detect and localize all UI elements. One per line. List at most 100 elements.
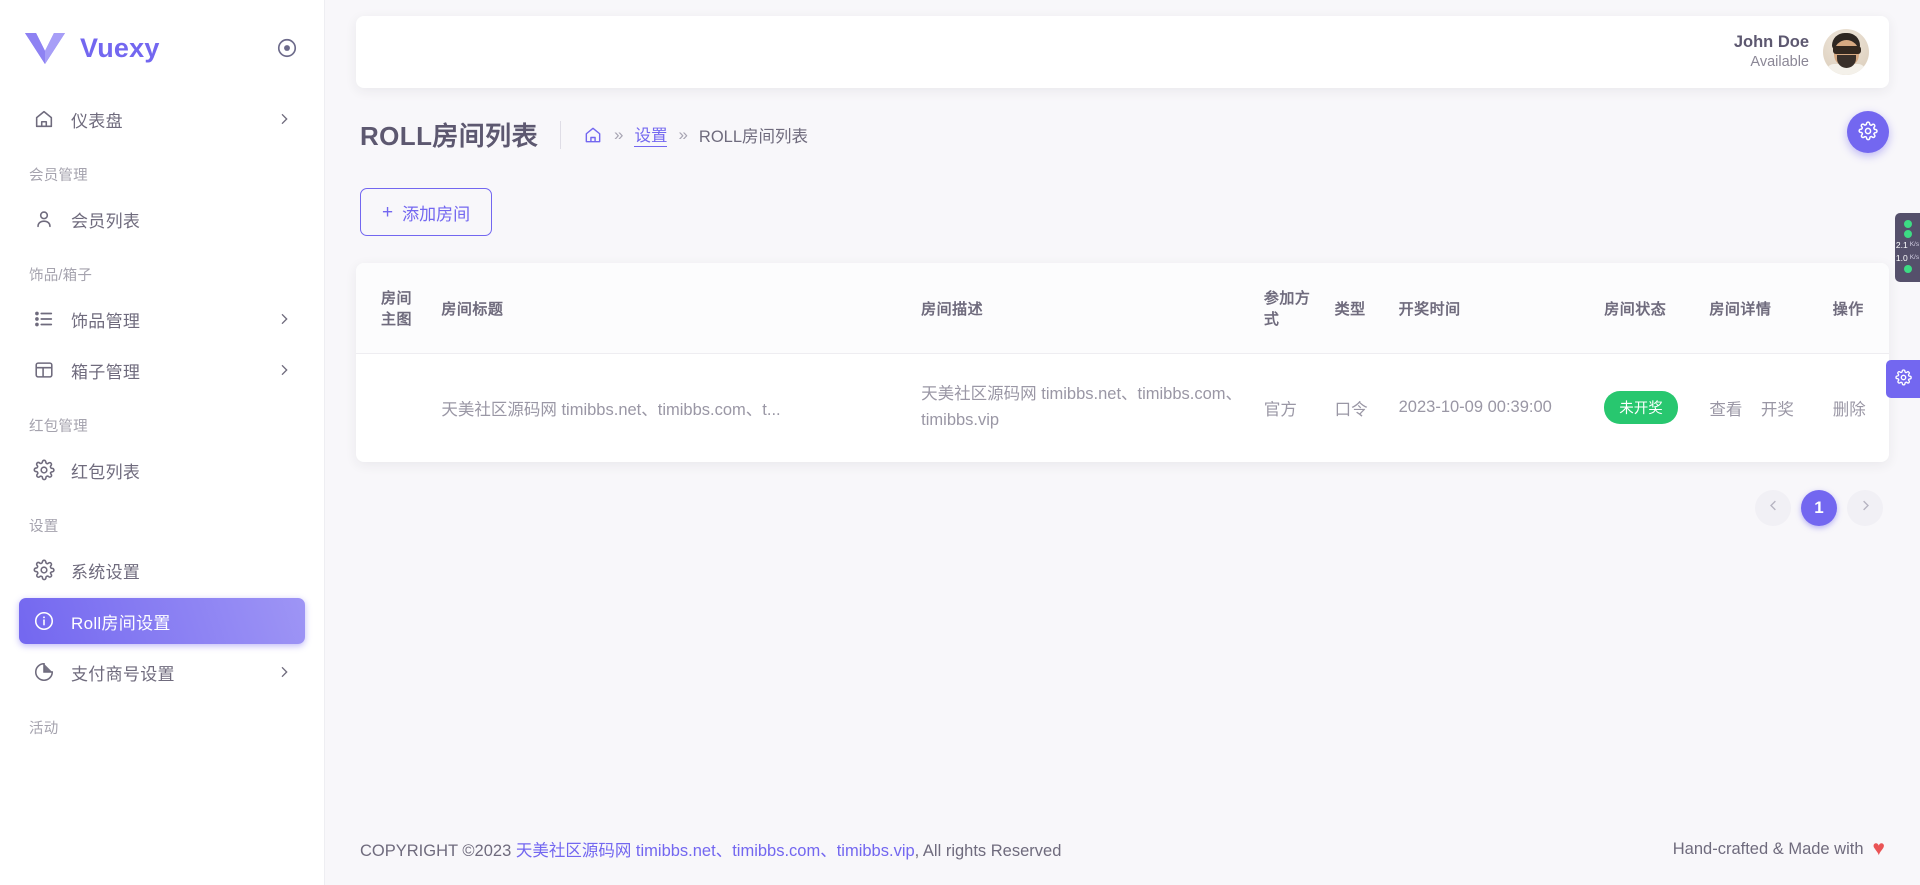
gear-icon xyxy=(1894,369,1912,389)
add-room-button[interactable]: + 添加房间 xyxy=(360,188,493,236)
chevron-right-icon xyxy=(276,111,292,127)
download-unit: K/s xyxy=(1909,241,1920,249)
main-content: John Doe Available ROLL房间列表 » 设置 » ROLL房… xyxy=(325,0,1920,885)
status-dot-green-3 xyxy=(1903,265,1912,274)
footer-suffix: , All rights Reserved xyxy=(914,842,1062,860)
col-header-image: 房间主图 xyxy=(356,263,432,354)
cell-join-method: 官方 xyxy=(1263,400,1297,419)
network-speed-widget[interactable]: 2.1 K/s 1.0 K/s xyxy=(1895,213,1920,283)
draw-link[interactable]: 开奖 xyxy=(1761,401,1794,419)
cell-room-state: 未开奖 xyxy=(1594,354,1699,462)
sidebar-item-redpacket-list[interactable]: 红包列表 xyxy=(19,447,305,493)
delete-link[interactable]: 删除 xyxy=(1833,401,1866,419)
chevron-right-icon xyxy=(276,311,292,327)
chevron-right-icon xyxy=(1858,498,1873,518)
cell-draw-time: 2023-10-09 00:39:00 xyxy=(1398,398,1552,417)
footer-link[interactable]: 天美社区源码网 timibbs.net、timibbs.com、timibbs.… xyxy=(516,842,915,860)
col-header-join: 参加方式 xyxy=(1253,263,1325,354)
cell-action: 删除 xyxy=(1823,354,1889,462)
sidebar-item-label: 饰品管理 xyxy=(71,311,141,331)
sidebar-section-settings: 设置 xyxy=(29,519,59,535)
table-body: 天美社区源码网 timibbs.net、timibbs.com、t... 天美社… xyxy=(356,354,1889,462)
brand-header: Vuexy xyxy=(0,0,324,96)
sidebar-section-redpacket: 红包管理 xyxy=(29,419,88,435)
pagination-prev-button[interactable] xyxy=(1755,490,1791,527)
sidebar-section-activity: 活动 xyxy=(29,721,59,737)
gear-icon xyxy=(32,558,56,582)
list-icon xyxy=(32,307,56,331)
table-head: 房间主图 房间标题 房间描述 参加方式 类型 开奖时间 房间状态 房间详情 操作 xyxy=(356,263,1889,354)
page-header: ROLL房间列表 » 设置 » ROLL房间列表 xyxy=(360,111,1889,153)
table-row[interactable]: 天美社区源码网 timibbs.net、timibbs.com、t... 天美社… xyxy=(356,354,1889,462)
vuexy-logo-icon xyxy=(24,31,66,65)
upload-speed: 1.0 K/s xyxy=(1896,253,1919,264)
sidebar: Vuexy 仪表盘 会员管理 会员列表 饰品/箱子 饰品管理 箱子管理 红包管理… xyxy=(0,0,325,885)
avatar[interactable] xyxy=(1823,29,1869,75)
col-header-title: 房间标题 xyxy=(431,263,912,354)
sidebar-item-member-list[interactable]: 会员列表 xyxy=(19,196,305,242)
circle-dot-pin-icon[interactable] xyxy=(276,37,298,59)
sidebar-item-payment-merchant-settings[interactable]: 支付商号设置 xyxy=(19,649,305,695)
gear-icon xyxy=(1858,120,1878,144)
download-value: 2.1 xyxy=(1895,240,1908,250)
sidebar-nav: 仪表盘 会员管理 会员列表 饰品/箱子 饰品管理 箱子管理 红包管理 红包列表 … xyxy=(0,96,324,749)
sidebar-item-roll-room-settings[interactable]: Roll房间设置 xyxy=(19,598,305,644)
add-room-label: 添加房间 xyxy=(402,204,471,224)
theme-customizer-button[interactable] xyxy=(1886,360,1920,398)
pagination-next-button[interactable] xyxy=(1847,490,1883,527)
user-profile[interactable]: John Doe Available xyxy=(1734,29,1869,75)
sidebar-item-box-manage[interactable]: 箱子管理 xyxy=(19,347,305,393)
sidebar-item-label: 会员列表 xyxy=(71,211,141,231)
home-icon xyxy=(32,107,56,131)
footer-credit-text: Hand-crafted & Made with xyxy=(1672,839,1864,858)
col-header-detail: 房间详情 xyxy=(1699,263,1823,354)
home-icon[interactable] xyxy=(583,125,603,145)
footer: COPYRIGHT ©2023 天美社区源码网 timibbs.net、timi… xyxy=(356,813,1889,885)
layout-icon xyxy=(32,358,56,382)
breadcrumb-current: ROLL房间列表 xyxy=(698,127,809,146)
chevron-right-icon xyxy=(276,362,292,378)
col-header-type: 类型 xyxy=(1324,263,1389,354)
sidebar-item-label: 系统设置 xyxy=(71,562,141,582)
breadcrumb-separator: » xyxy=(678,124,688,144)
sidebar-item-label: 箱子管理 xyxy=(71,362,141,382)
sidebar-item-label: 支付商号设置 xyxy=(71,664,175,684)
pagination-page-1[interactable]: 1 xyxy=(1801,490,1837,527)
col-header-time: 开奖时间 xyxy=(1388,263,1595,354)
status-badge: 未开奖 xyxy=(1604,391,1678,425)
cell-room-desc: 天美社区源码网 timibbs.net、timibbs.com、timibbs.… xyxy=(921,385,1243,429)
breadcrumb-separator: » xyxy=(613,124,624,144)
chevron-left-icon xyxy=(1766,498,1781,518)
rooms-table: 房间主图 房间标题 房间描述 参加方式 类型 开奖时间 房间状态 房间详情 操作… xyxy=(356,263,1889,462)
footer-copyright: COPYRIGHT ©2023 天美社区源码网 timibbs.net、timi… xyxy=(360,837,1061,861)
sidebar-item-system-settings[interactable]: 系统设置 xyxy=(19,547,305,593)
heart-icon: ♥ xyxy=(1872,837,1885,860)
sidebar-item-label: 红包列表 xyxy=(71,462,141,482)
top-navbar: John Doe Available xyxy=(356,16,1889,88)
pagination: 1 xyxy=(356,490,1883,527)
breadcrumb-link-settings[interactable]: 设置 xyxy=(634,122,668,147)
footer-credit: Hand-crafted & Made with ♥ xyxy=(1673,837,1885,861)
cell-room-type: 口令 xyxy=(1334,400,1368,419)
user-icon xyxy=(32,207,56,231)
sidebar-section-member: 会员管理 xyxy=(29,168,88,184)
col-header-action: 操作 xyxy=(1822,263,1889,354)
sidebar-item-label: 仪表盘 xyxy=(71,111,123,131)
info-icon xyxy=(32,609,56,633)
sidebar-item-dashboard[interactable]: 仪表盘 xyxy=(19,96,305,142)
sidebar-item-label: Roll房间设置 xyxy=(71,613,171,633)
col-header-state: 房间状态 xyxy=(1594,263,1700,354)
page-settings-button[interactable] xyxy=(1847,111,1889,153)
divider xyxy=(559,120,561,149)
view-link[interactable]: 查看 xyxy=(1709,401,1742,419)
user-meta: John Doe Available xyxy=(1734,31,1809,73)
col-header-desc: 房间描述 xyxy=(911,263,1254,354)
cell-room-image xyxy=(356,354,431,462)
sidebar-item-skin-manage[interactable]: 饰品管理 xyxy=(19,296,305,342)
gear-icon xyxy=(32,458,56,482)
download-speed: 2.1 K/s xyxy=(1896,240,1919,251)
pie-chart-icon xyxy=(32,660,56,684)
table-header-row: 房间主图 房间标题 房间描述 参加方式 类型 开奖时间 房间状态 房间详情 操作 xyxy=(356,263,1889,354)
chevron-right-icon xyxy=(276,664,292,680)
breadcrumb: » 设置 » ROLL房间列表 xyxy=(583,122,808,147)
